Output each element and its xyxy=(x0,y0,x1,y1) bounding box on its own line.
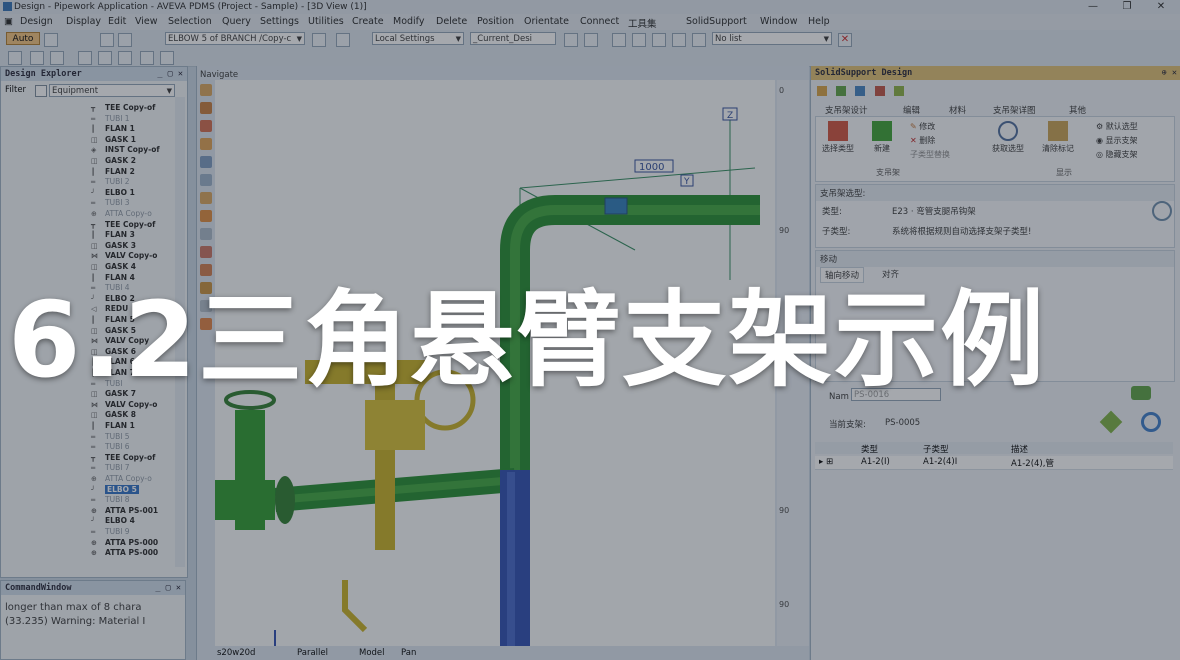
overlay-title: 6.2三角悬臂支架示例 xyxy=(8,279,1047,401)
